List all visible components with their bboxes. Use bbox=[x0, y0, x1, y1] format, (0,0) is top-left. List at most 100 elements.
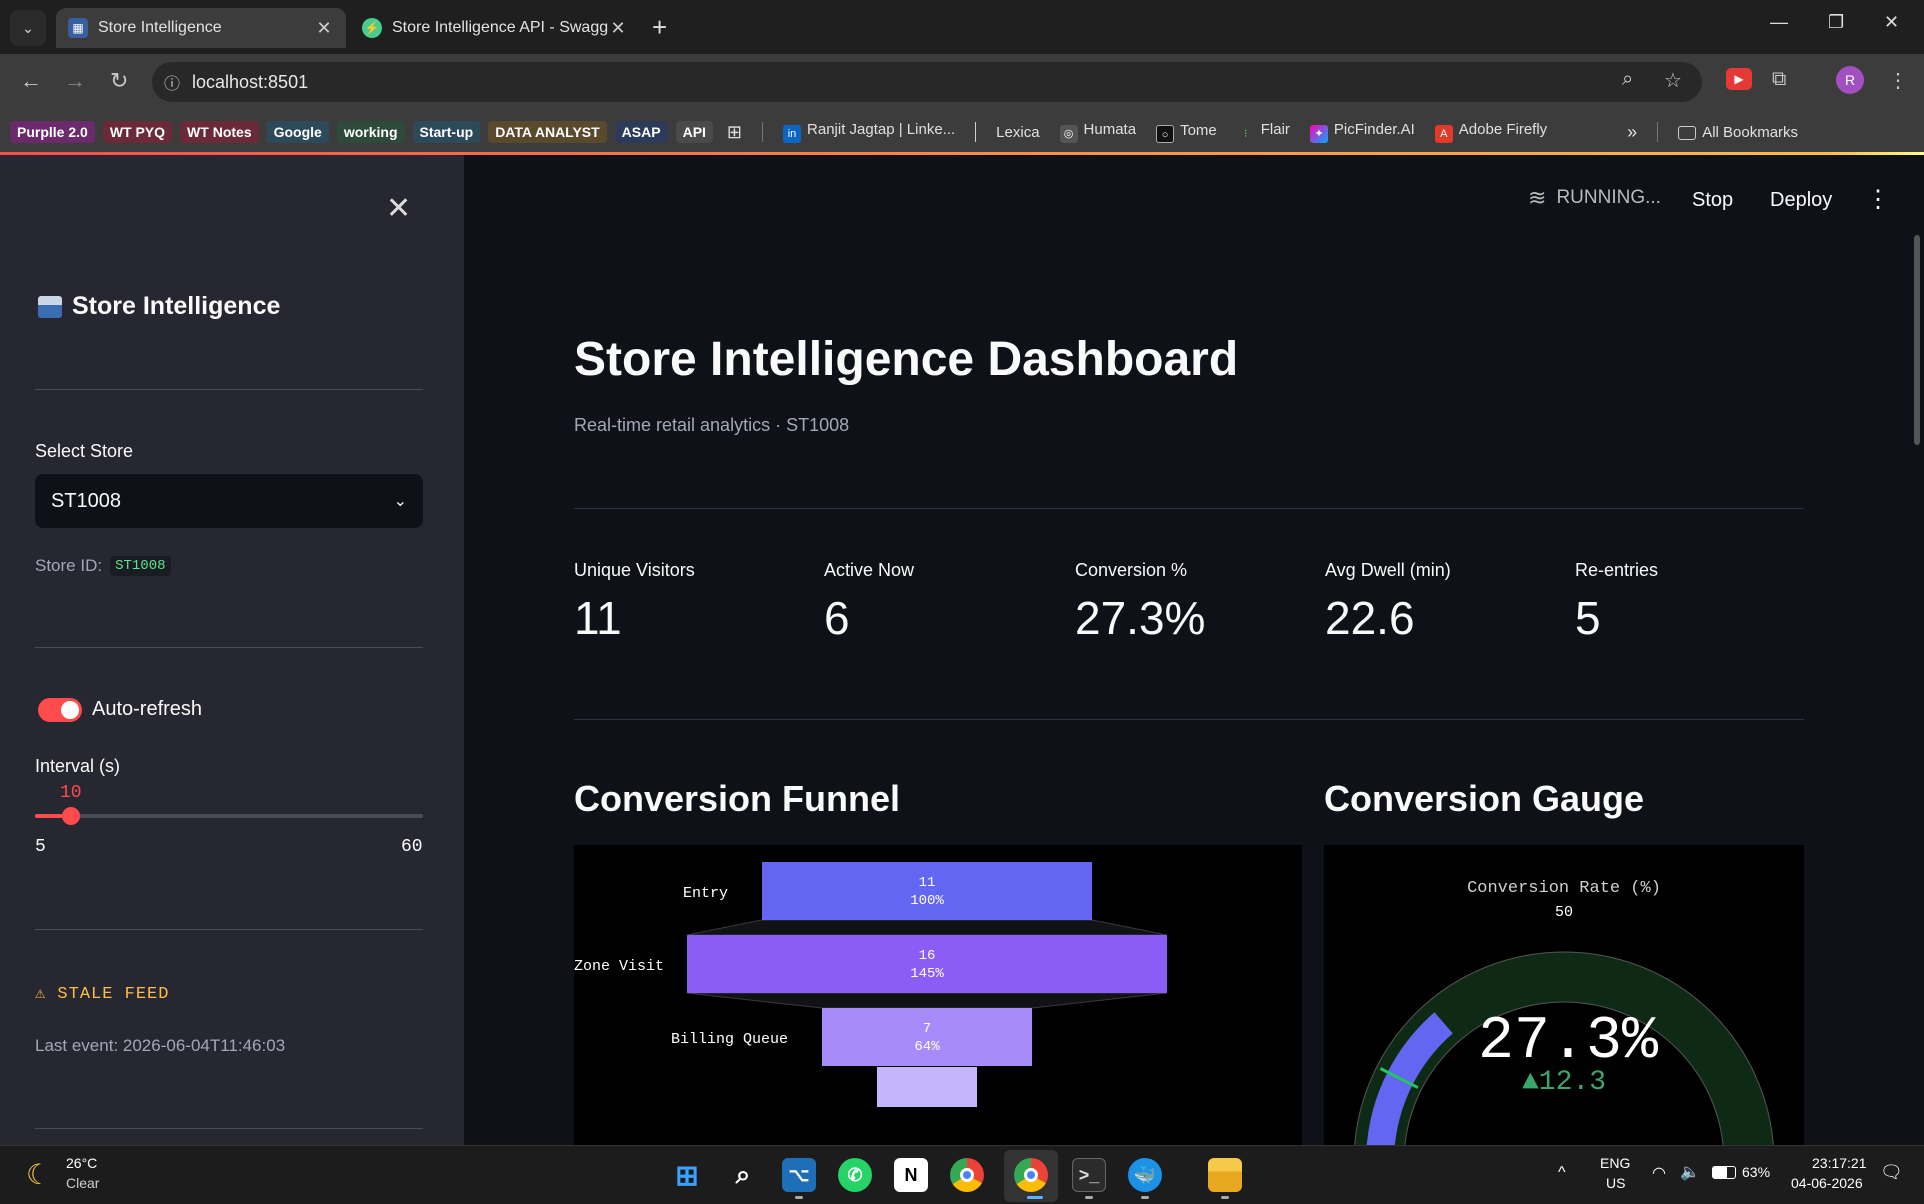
divider bbox=[574, 508, 1804, 509]
clock-time[interactable]: 23:17:21 bbox=[1812, 1155, 1867, 1171]
chevron-up-icon[interactable]: ^ bbox=[1558, 1164, 1566, 1182]
notification-icon[interactable]: 🗨 bbox=[1880, 1162, 1903, 1183]
reload-icon[interactable]: ↻ bbox=[110, 68, 128, 94]
browser-menu-icon[interactable]: ⋮ bbox=[1888, 68, 1908, 93]
close-tab-icon[interactable]: ✕ bbox=[314, 18, 334, 39]
linkedin-icon: in bbox=[783, 125, 802, 143]
window-close-icon[interactable]: ✕ bbox=[1884, 12, 1899, 33]
bookmark-separator bbox=[762, 122, 764, 142]
weather-temp[interactable]: 26°C bbox=[66, 1155, 97, 1171]
bookmark-lexica[interactable]: Lexica bbox=[990, 124, 1045, 141]
bookmark-api[interactable]: API bbox=[675, 121, 713, 143]
interval-value: 10 bbox=[60, 783, 82, 803]
page-subtitle: Real-time retail analytics · ST1008 bbox=[574, 415, 850, 435]
close-sidebar-icon[interactable]: ✕ bbox=[386, 191, 411, 226]
bookmark-adobe-firefly[interactable]: A Adobe Firefly bbox=[1429, 121, 1553, 143]
stop-button[interactable]: Stop bbox=[1692, 189, 1733, 212]
bookmark-purplle[interactable]: Purplle 2.0 bbox=[10, 121, 95, 143]
slider-thumb[interactable] bbox=[62, 807, 80, 825]
bookmark-wt-notes[interactable]: WT Notes bbox=[180, 121, 259, 143]
extension-icon[interactable]: ▶ bbox=[1726, 68, 1752, 90]
store-select[interactable]: ST1008 ⌄ bbox=[35, 474, 423, 528]
bookmark-wt-pyq[interactable]: WT PYQ bbox=[102, 121, 173, 143]
site-info-icon[interactable]: ⓘ bbox=[152, 70, 192, 94]
language-code[interactable]: ENG bbox=[1600, 1155, 1630, 1171]
bookmark-asap[interactable]: ASAP bbox=[614, 121, 668, 143]
notion-icon[interactable]: N bbox=[894, 1158, 928, 1192]
bookmark-star-icon[interactable]: ☆ bbox=[1664, 68, 1682, 93]
close-tab-icon[interactable]: ✕ bbox=[608, 18, 628, 39]
sidebar-app-title: Store Intelligence bbox=[38, 292, 280, 321]
interval-slider[interactable] bbox=[35, 807, 423, 825]
interval-max: 60 bbox=[401, 837, 423, 857]
folder-icon bbox=[1678, 125, 1697, 140]
restore-icon[interactable]: ❐ bbox=[1828, 12, 1844, 33]
forward-icon[interactable]: → bbox=[64, 68, 86, 94]
main-menu-icon[interactable]: ⋮ bbox=[1866, 185, 1890, 214]
back-icon[interactable]: ← bbox=[20, 68, 42, 94]
divider bbox=[574, 719, 1804, 720]
gauge-chart[interactable]: Conversion Rate (%) 50 27.3%▲12.3 bbox=[1324, 845, 1804, 1145]
tab-search-icon[interactable]: ⌄ bbox=[10, 10, 46, 46]
bookmark-label: Ranjit Jagtap | Linke... bbox=[807, 121, 956, 138]
page-title: Store Intelligence Dashboard bbox=[574, 333, 1239, 386]
docker-icon[interactable]: 🐳 bbox=[1128, 1158, 1162, 1192]
bookmark-google[interactable]: Google bbox=[266, 121, 329, 143]
funnel-connector bbox=[686, 992, 1168, 1009]
zoom-icon[interactable]: ⌕ bbox=[1622, 68, 1633, 91]
main-content: ≋ RUNNING... Stop Deploy ⋮ Store Intelli… bbox=[464, 155, 1924, 1145]
vscode-icon[interactable]: ⌥ bbox=[782, 1158, 816, 1192]
funnel-chart-panel: Entry 11 100% Zone Visit 16 145% Billing Queue… bbox=[574, 845, 1302, 1145]
chrome-profile-icon[interactable] bbox=[1014, 1158, 1048, 1192]
metric-value: 22.6 bbox=[1325, 592, 1415, 644]
tab-store-intelligence[interactable]: ▦ Store Intelligence ✕ bbox=[56, 8, 346, 48]
whatsapp-icon[interactable]: ✆ bbox=[838, 1158, 872, 1192]
metric-active-now: Active Now 6 bbox=[824, 560, 1064, 645]
apps-grid-icon[interactable]: ⊞ bbox=[721, 122, 748, 143]
auto-refresh-toggle[interactable] bbox=[38, 698, 82, 722]
scrollbar-thumb[interactable] bbox=[1914, 235, 1920, 445]
bookmark-label: Flair bbox=[1260, 121, 1290, 138]
bookmark-humata[interactable]: ◎ Humata bbox=[1054, 121, 1143, 143]
bookmark-start-up[interactable]: Start-up bbox=[412, 121, 481, 143]
divider bbox=[35, 389, 423, 390]
tab-swagger[interactable]: ⚡ Store Intelligence API - Swagge ✕ bbox=[350, 8, 640, 48]
profile-avatar[interactable]: R bbox=[1836, 66, 1864, 94]
region-code[interactable]: US bbox=[1606, 1175, 1625, 1191]
humata-icon: ◎ bbox=[1059, 125, 1078, 143]
funnel-chart[interactable]: Entry 11 100% Zone Visit 16 145% Billing Queue… bbox=[574, 845, 1302, 1145]
weather-desc[interactable]: Clear bbox=[66, 1175, 99, 1191]
store-favicon-icon: ▦ bbox=[68, 18, 88, 38]
file-explorer-icon[interactable] bbox=[1208, 1158, 1242, 1192]
terminal-icon[interactable]: >_ bbox=[1072, 1158, 1106, 1192]
url-text[interactable]: localhost:8501 bbox=[192, 72, 308, 93]
deploy-button[interactable]: Deploy bbox=[1770, 189, 1832, 212]
bookmark-linkedin[interactable]: in Ranjit Jagtap | Linke... bbox=[777, 121, 961, 143]
gauge-chart-panel: Conversion Rate (%) 50 27.3% ▲12.3 bbox=[1324, 845, 1804, 1145]
more-bookmarks-icon[interactable]: » bbox=[1621, 122, 1643, 143]
browser-tab-bar: ⌄ ▦ Store Intelligence ✕ ⚡ Store Intelli… bbox=[0, 0, 1924, 54]
chrome-icon[interactable] bbox=[950, 1158, 984, 1192]
bookmark-picfinder[interactable]: ✦ PicFinder.AI bbox=[1304, 121, 1421, 143]
extensions-puzzle-icon[interactable]: ⧉ bbox=[1772, 68, 1786, 91]
chevron-down-icon: ⌄ bbox=[393, 493, 407, 510]
windows-start-icon[interactable]: ⊞ bbox=[670, 1158, 704, 1192]
funnel-percent-label: 64% bbox=[914, 1039, 940, 1055]
minimize-icon[interactable]: — bbox=[1770, 12, 1788, 33]
clock-date[interactable]: 04-06-2026 bbox=[1791, 1175, 1863, 1191]
bookmark-working[interactable]: working bbox=[336, 121, 405, 143]
bookmark-flair[interactable]: ⁝ Flair bbox=[1231, 121, 1296, 143]
all-bookmarks-folder[interactable]: All Bookmarks bbox=[1672, 124, 1804, 141]
omnibox[interactable]: ⓘ localhost:8501 bbox=[152, 62, 1702, 102]
new-tab-icon[interactable]: + bbox=[652, 12, 667, 43]
bookmark-tome[interactable]: ○ Tome bbox=[1150, 122, 1223, 143]
gauge-title: Conversion Rate (%) bbox=[1467, 879, 1661, 898]
last-event-text: Last event: 2026-06-04T11:46:03 bbox=[35, 1036, 286, 1055]
bookmark-data-analyst[interactable]: DATA ANALYST bbox=[488, 121, 607, 143]
funnel-title: Conversion Funnel bbox=[574, 778, 901, 819]
battery-icon[interactable] bbox=[1712, 1166, 1736, 1179]
search-icon[interactable]: ⌕ bbox=[726, 1158, 760, 1192]
swagger-favicon-icon: ⚡ bbox=[362, 18, 382, 38]
wifi-icon[interactable]: ◠ bbox=[1652, 1163, 1666, 1183]
volume-icon[interactable]: 🔈 bbox=[1680, 1162, 1700, 1182]
